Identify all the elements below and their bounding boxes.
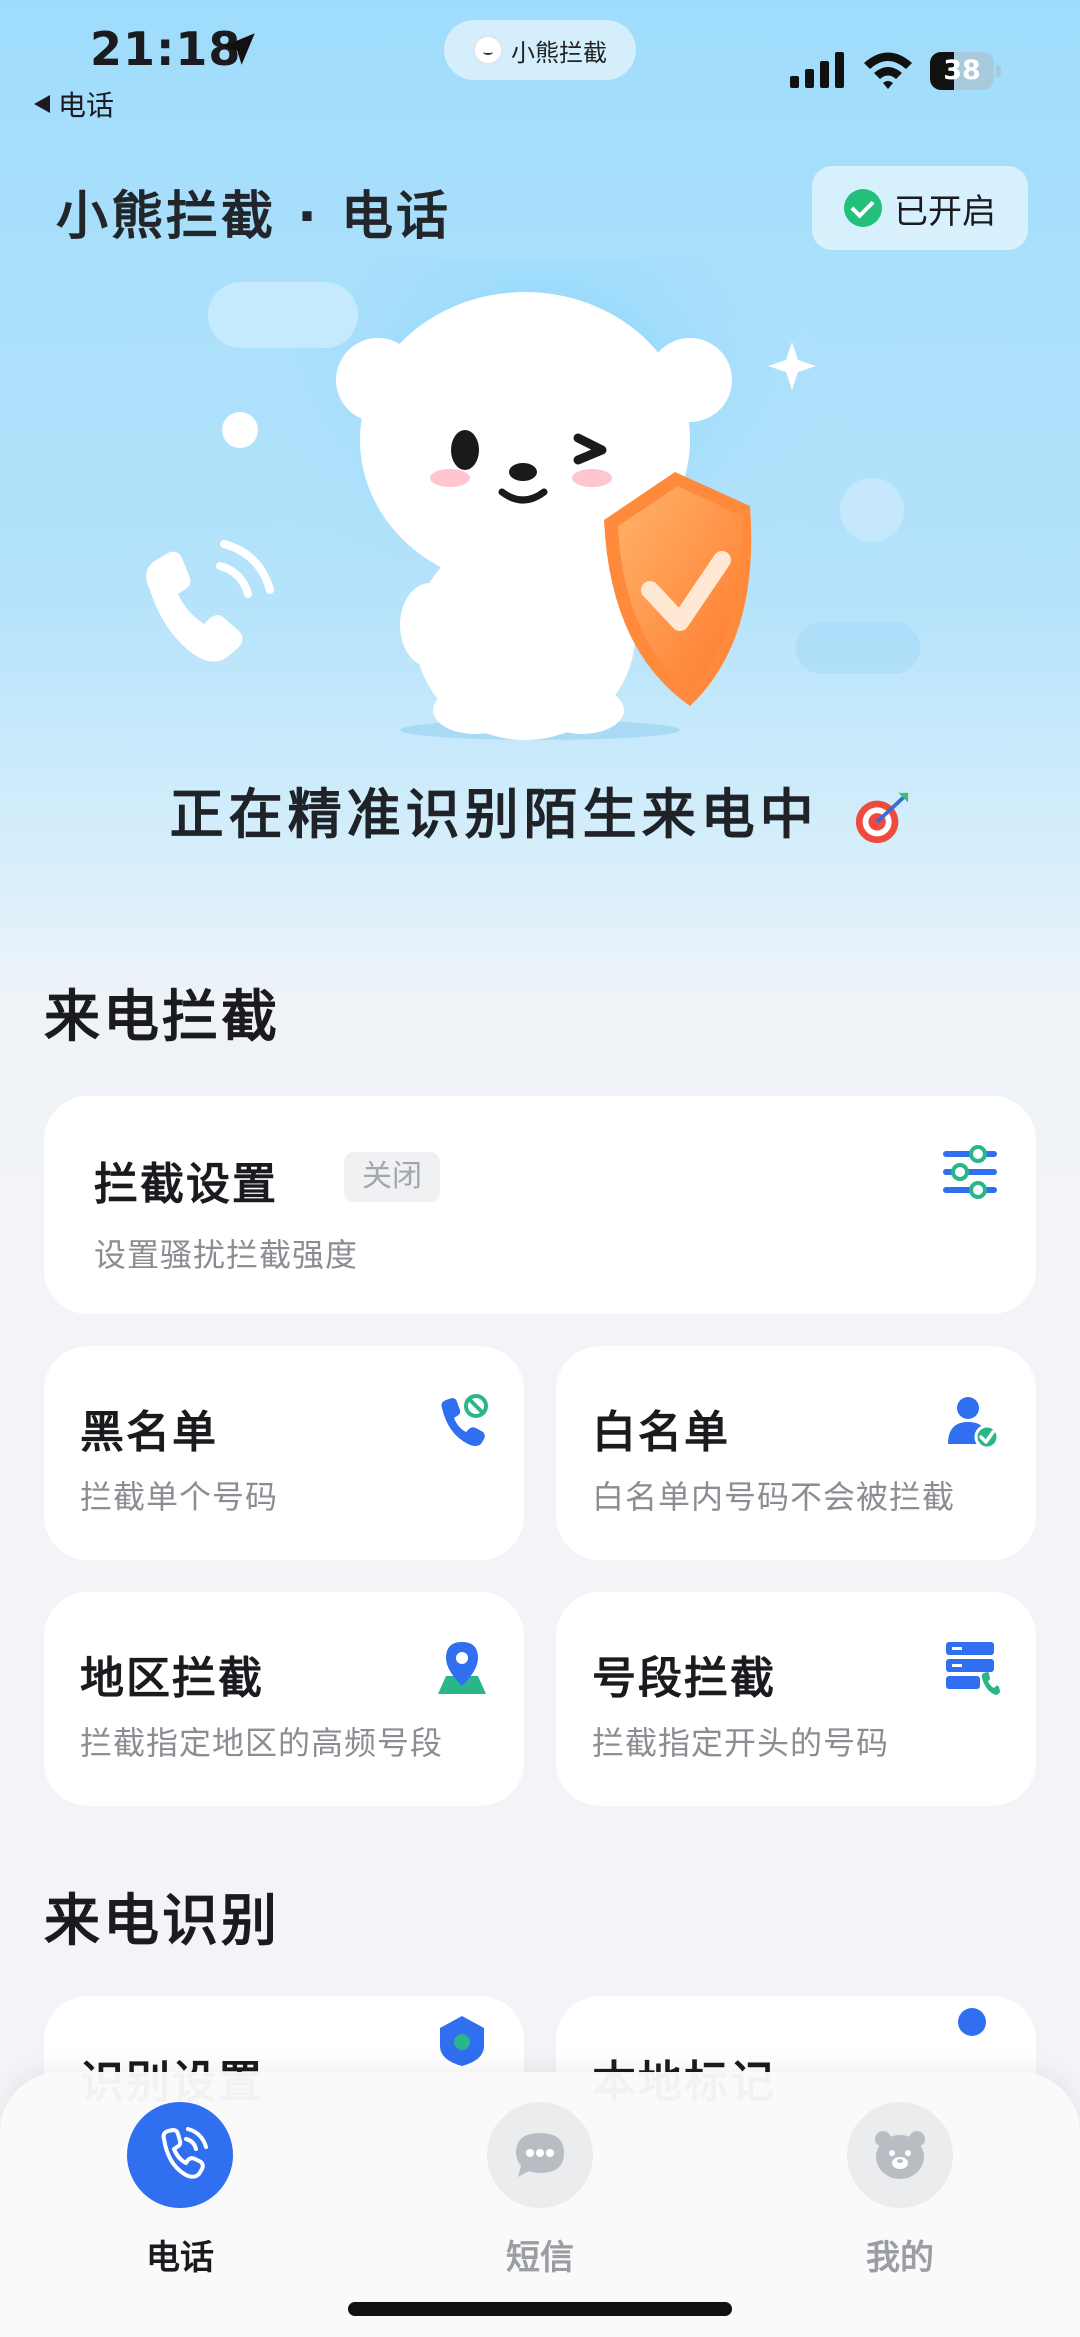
blacklist-card[interactable]: 黑名单 拦截单个号码 [44, 1346, 524, 1560]
tab-profile-icon-wrap [847, 2102, 953, 2208]
bear-profile-icon [875, 2131, 925, 2179]
bottom-tab-bar: 电话 短信 我的 [0, 2072, 1080, 2337]
tab-phone-icon-wrap [127, 2102, 233, 2208]
cellular-signal-icon [790, 52, 844, 88]
card-title: 拦截设置 [94, 1159, 278, 1210]
sliders-icon [943, 1145, 997, 1199]
shield-setting-icon [440, 2016, 484, 2066]
hero-caption: 正在精准识别陌生来电中 [0, 770, 1080, 849]
card-subtitle: 设置骚扰拦截强度 [94, 1236, 359, 1274]
card-subtitle: 拦截指定开头的号码 [592, 1724, 890, 1762]
battery-indicator: 38 [930, 52, 1002, 90]
number-segment-card[interactable]: 号段拦截 拦截指定开头的号码 [556, 1592, 1036, 1806]
dynamic-island[interactable]: 小熊拦截 [444, 20, 636, 80]
whitelist-card[interactable]: 白名单 白名单内号码不会被拦截 [556, 1346, 1036, 1560]
back-to-app-link[interactable]: 电话 [34, 84, 114, 124]
region-block-card[interactable]: 地区拦截 拦截指定地区的高频号段 [44, 1592, 524, 1806]
card-title: 地区拦截 [80, 1653, 264, 1704]
hero-illustration [146, 260, 920, 740]
user-mark-icon [958, 2008, 986, 2036]
island-label: 小熊拦截 [511, 38, 607, 67]
tab-messages[interactable]: 短信 [440, 2102, 640, 2282]
home-indicator[interactable] [348, 2302, 732, 2316]
check-circle-icon [844, 189, 882, 227]
card-subtitle: 拦截指定地区的高频号段 [80, 1724, 444, 1762]
protection-status-label: 已开启 [894, 191, 996, 232]
tab-label: 短信 [506, 2238, 574, 2278]
card-subtitle: 白名单内号码不会被拦截 [592, 1478, 956, 1516]
battery-level: 38 [943, 55, 981, 86]
card-title: 号段拦截 [592, 1653, 776, 1704]
tab-profile[interactable]: 我的 [800, 2102, 1000, 2282]
page-title: 小熊拦截 · 电话 [56, 187, 451, 247]
number-segment-icon [946, 1642, 1000, 1695]
message-tab-icon [516, 2133, 564, 2177]
location-arrow-icon [223, 33, 255, 65]
user-check-icon [948, 1397, 1000, 1450]
phone-ringing-icon [146, 540, 274, 662]
location-pin-icon [438, 1642, 486, 1694]
phone-block-icon [441, 1394, 488, 1446]
tab-label: 我的 [866, 2238, 934, 2278]
back-arrow-icon [34, 95, 50, 113]
status-badge: 关闭 [344, 1152, 440, 1202]
wifi-icon [864, 52, 912, 89]
tab-label: 电话 [146, 2238, 214, 2278]
back-link-label: 电话 [58, 89, 115, 122]
interception-settings-card[interactable]: 拦截设置 关闭 设置骚扰拦截强度 [44, 1096, 1036, 1314]
phone-tab-icon [161, 2127, 208, 2179]
bear-avatar-icon [473, 35, 503, 65]
section-title-recognition: 来电识别 [44, 1889, 280, 1954]
section-title-interception: 来电拦截 [44, 985, 280, 1050]
cloud-decoration [208, 282, 358, 348]
tab-messages-icon-wrap [487, 2102, 593, 2208]
status-bar: 21:18 电话 小熊拦截 38 [0, 0, 1080, 122]
card-subtitle: 拦截单个号码 [80, 1478, 279, 1516]
hero-caption-text: 正在精准识别陌生来电中 [169, 783, 819, 846]
card-title: 白名单 [592, 1407, 730, 1458]
protection-status-chip[interactable]: 已开启 [812, 166, 1028, 250]
card-title: 黑名单 [80, 1407, 218, 1458]
target-icon [856, 793, 909, 844]
tab-phone[interactable]: 电话 [80, 2102, 280, 2282]
